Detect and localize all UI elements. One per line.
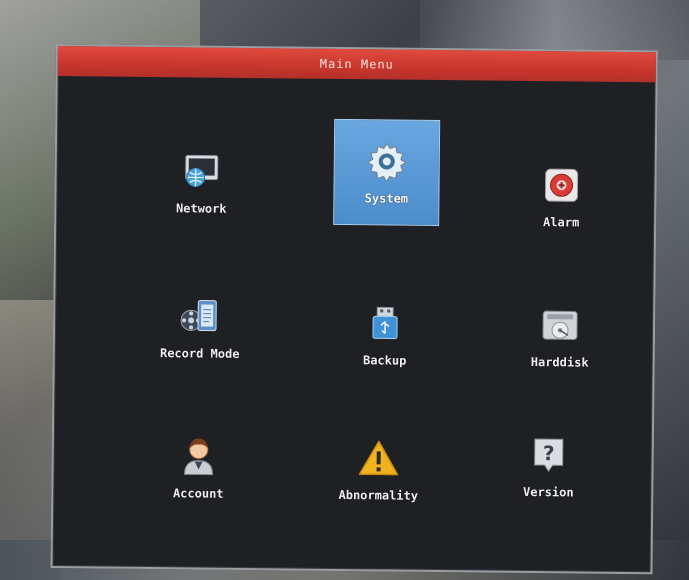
alarm-icon <box>544 168 579 202</box>
svg-text:?: ? <box>543 441 555 465</box>
menu-item-label: Record Mode <box>159 346 240 361</box>
menu-item-label: Account <box>172 486 224 501</box>
window-title: Main Menu <box>319 56 394 72</box>
user-icon <box>183 438 213 476</box>
menu-item-label: Abnormality <box>338 487 419 503</box>
menu-item-backup[interactable]: Backup <box>309 284 460 386</box>
menu-item-system[interactable]: System <box>333 118 441 227</box>
menu-item-label: Network <box>175 201 227 216</box>
menu-item-network[interactable]: Network <box>126 132 277 234</box>
menu-item-label: Harddisk <box>530 354 589 370</box>
menu-item-harddisk[interactable]: Harddisk <box>484 286 635 388</box>
question-icon: ? <box>534 438 564 473</box>
gear-icon <box>366 142 407 183</box>
usb-drive-icon <box>372 306 398 340</box>
menu-grid: Network System Alarm Record Mode Backup … <box>53 76 656 572</box>
main-menu-window: Main Menu Network System Alarm Record Mo… <box>50 44 658 575</box>
menu-item-abnormality[interactable]: Abnormality <box>303 419 454 521</box>
menu-item-label: Backup <box>362 353 407 368</box>
menu-item-version[interactable]: ? Version <box>473 415 624 517</box>
menu-item-label: Alarm <box>543 215 580 230</box>
network-icon <box>185 154 219 187</box>
record-mode-icon <box>180 300 217 332</box>
warning-icon <box>358 440 399 476</box>
menu-item-label: System <box>364 191 409 206</box>
menu-item-account[interactable]: Account <box>123 417 274 519</box>
menu-item-record-mode[interactable]: Record Mode <box>125 277 276 379</box>
menu-item-alarm[interactable]: Alarm <box>486 146 637 248</box>
menu-item-label: Version <box>522 484 574 500</box>
harddisk-icon <box>542 310 578 340</box>
